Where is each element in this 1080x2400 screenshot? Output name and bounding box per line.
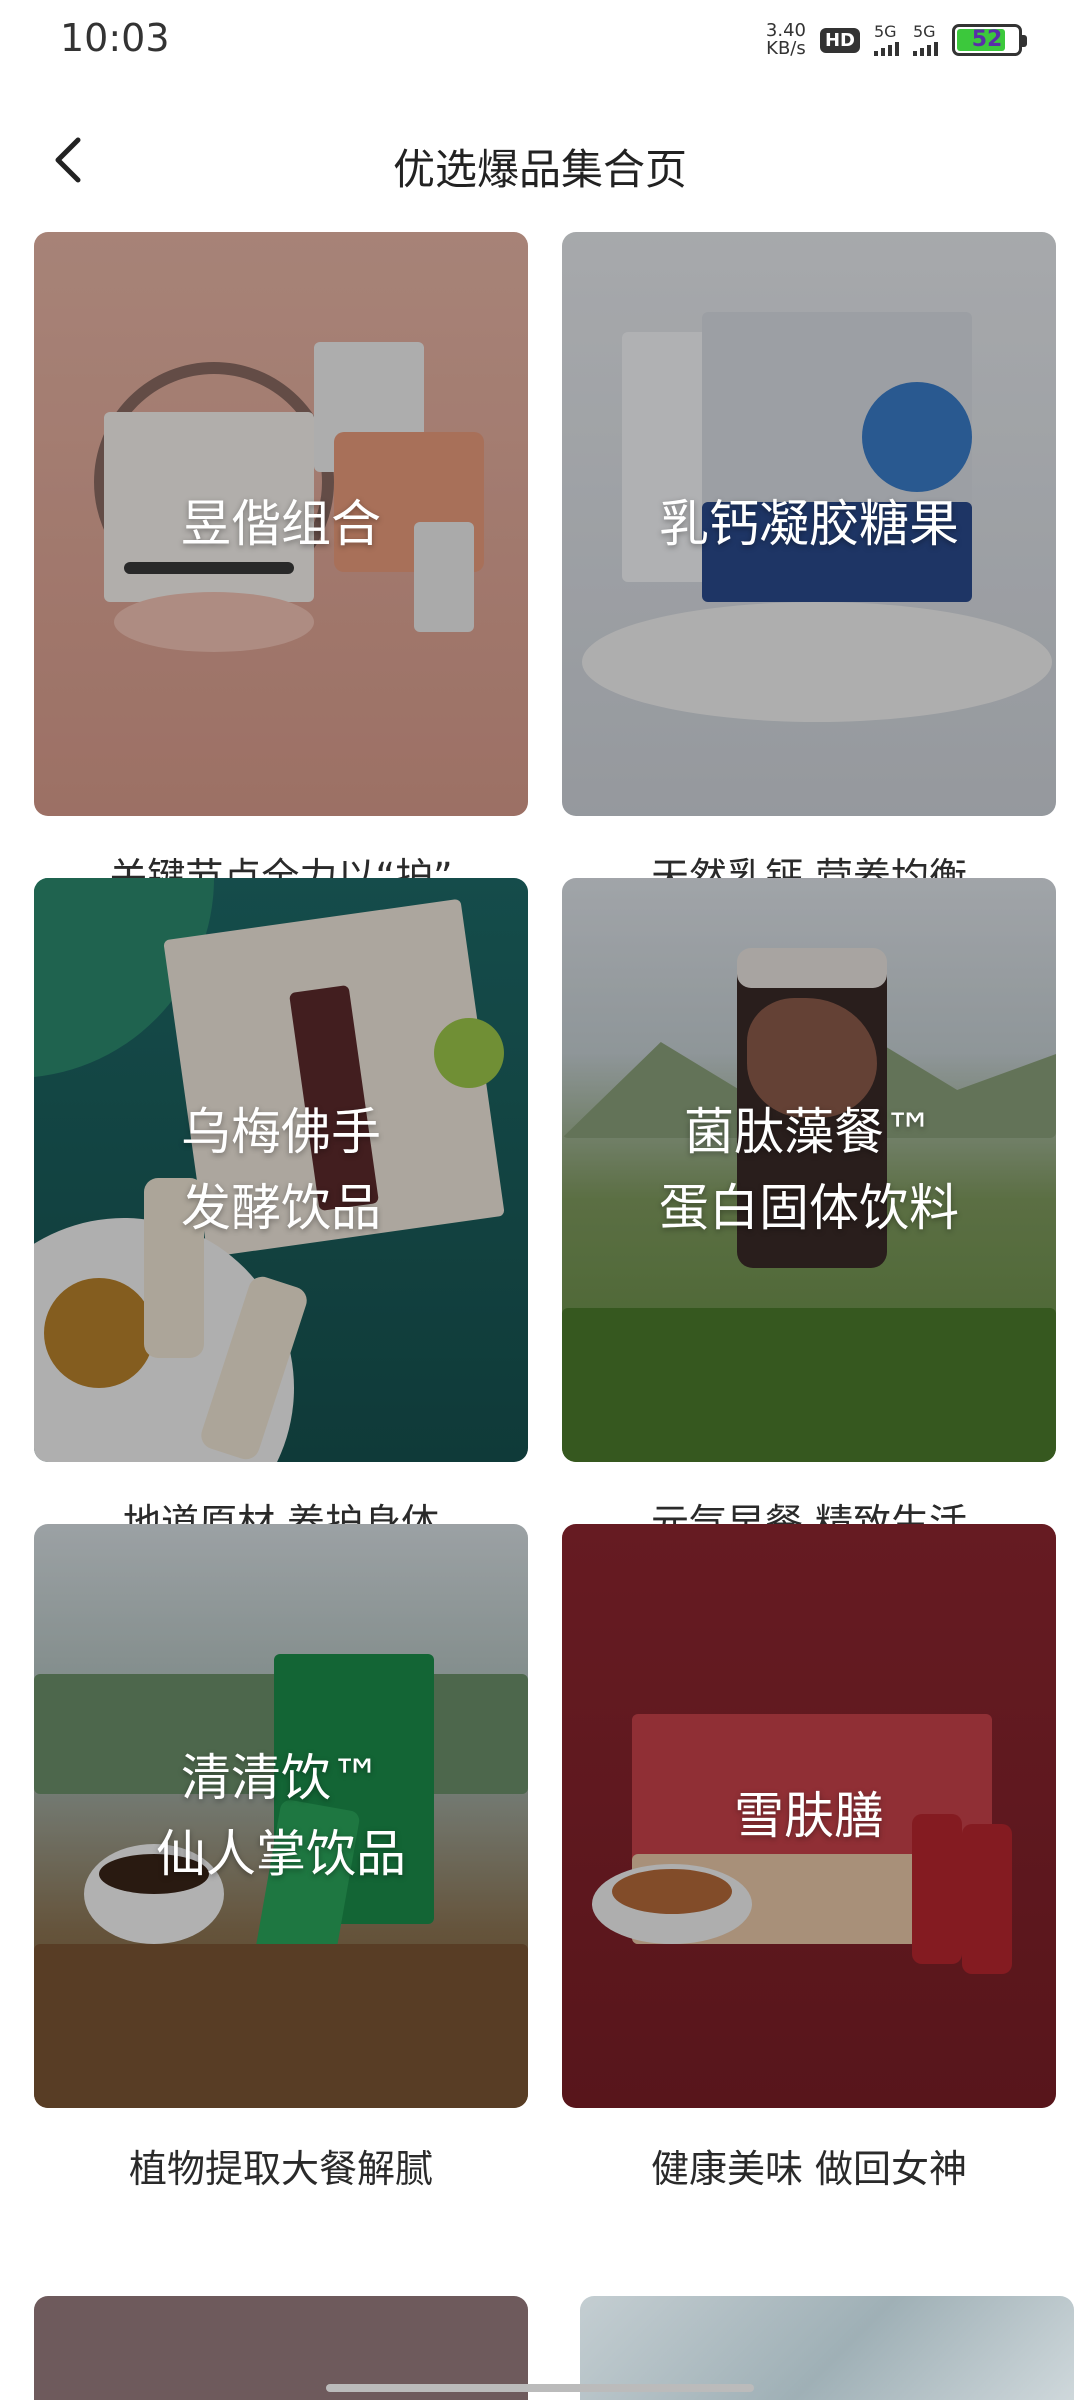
product-overlay-title: 雪肤膳 <box>734 1787 884 1845</box>
product-caption: 植物提取大餐解腻 <box>128 2147 433 2191</box>
product-image[interactable]: 清清饮™ 仙人掌饮品 <box>34 1524 528 2108</box>
product-card[interactable]: 乌梅佛手 发酵饮品 地道原材 养护身体 <box>34 878 528 1547</box>
product-card[interactable]: 菌肽藻餐™ 蛋白固体饮料 元气早餐 精致生活 <box>562 878 1056 1547</box>
product-card[interactable]: 清清饮™ 仙人掌饮品 植物提取大餐解腻 <box>34 1524 528 2193</box>
hd-icon: HD <box>819 27 860 53</box>
status-time: 10:03 <box>60 16 170 60</box>
product-overlay-title: 昱偕组合 <box>181 495 381 553</box>
home-indicator[interactable] <box>326 2384 754 2392</box>
page-title: 优选爆品集合页 <box>392 145 687 194</box>
product-image[interactable]: 乳钙凝胶糖果 <box>562 232 1056 816</box>
product-card[interactable]: 昱偕组合 关键节点全力以“护” <box>34 232 528 901</box>
product-image[interactable]: 雪肤膳 <box>562 1524 1056 2108</box>
product-overlay-title: 乌梅佛手 发酵饮品 <box>181 1103 381 1237</box>
product-card[interactable]: 雪肤膳 健康美味 做回女神 <box>562 1524 1056 2193</box>
status-icons: 3.40 KB/s HD 5G 5G 52 <box>765 18 1027 62</box>
signal-sim1-icon: 5G <box>874 24 899 56</box>
nav-bar: 优选爆品集合页 <box>0 110 1080 210</box>
product-overlay-title: 清清饮™ 仙人掌饮品 <box>156 1749 406 1883</box>
product-overlay-title: 菌肽藻餐™ 蛋白固体饮料 <box>659 1103 959 1237</box>
product-overlay-title: 乳钙凝胶糖果 <box>659 495 959 553</box>
battery-icon: 52 <box>952 24 1027 56</box>
signal-sim2-icon: 5G <box>913 24 938 56</box>
network-speed: 3.40 KB/s <box>765 20 806 59</box>
product-caption: 健康美味 做回女神 <box>650 2147 968 2191</box>
product-image[interactable]: 昱偕组合 <box>34 232 528 816</box>
status-bar: 10:03 3.40 KB/s HD 5G 5G 52 <box>0 0 1080 80</box>
product-image[interactable]: 菌肽藻餐™ 蛋白固体饮料 <box>562 878 1056 1462</box>
product-image[interactable]: 乌梅佛手 发酵饮品 <box>34 878 528 1462</box>
product-card[interactable]: 乳钙凝胶糖果 天然乳钙 营养均衡 <box>562 232 1056 901</box>
battery-level: 52 <box>971 27 1003 52</box>
